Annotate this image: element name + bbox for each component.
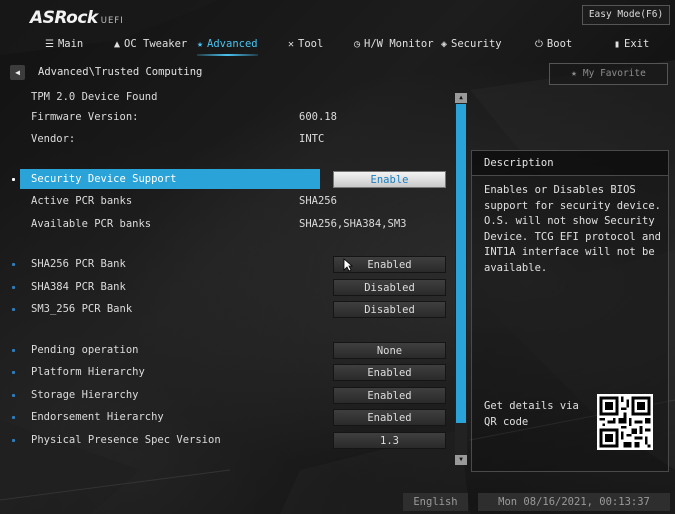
item-marker: [12, 263, 15, 266]
datetime-display: Mon 08/16/2021, 00:13:37: [478, 493, 670, 511]
asrock-logo: ASRock UEFI: [30, 8, 124, 28]
security-device-support-label: Security Device Support: [31, 173, 177, 185]
item-marker: [12, 308, 15, 311]
firmware-version-label: Firmware Version:: [31, 111, 139, 123]
endorsement-hierarchy-label: Endorsement Hierarchy: [31, 411, 164, 423]
sm3-pcr-bank-row[interactable]: SM3_256 PCR Bank Disabled: [0, 299, 455, 319]
description-title: Description: [472, 151, 668, 176]
gauge-icon: ◷: [354, 39, 361, 50]
storage-hierarchy-row[interactable]: Storage Hierarchy Enabled: [0, 385, 455, 405]
pps-version-value[interactable]: 1.3: [333, 432, 446, 449]
vendor-value: INTC: [299, 133, 325, 145]
settings-scrollbar[interactable]: ▲ ▼: [455, 93, 467, 465]
pending-operation-row[interactable]: Pending operation None: [0, 340, 455, 360]
vendor-label: Vendor:: [31, 133, 76, 145]
mouse-cursor-icon: [343, 258, 353, 272]
item-marker: [12, 286, 15, 289]
active-pcr-banks-row: Active PCR banks SHA256: [0, 191, 455, 211]
rocket-icon: ▲: [114, 39, 121, 50]
sha384-pcr-bank-label: SHA384 PCR Bank: [31, 281, 126, 293]
star-icon: ★: [197, 39, 204, 50]
pps-version-row[interactable]: Physical Presence Spec Version 1.3: [0, 430, 455, 450]
favorite-star-icon: ★: [571, 68, 577, 79]
tab-security[interactable]: ◈ Security: [441, 33, 502, 55]
sm3-pcr-bank-value[interactable]: Disabled: [333, 301, 446, 318]
pending-operation-label: Pending operation: [31, 344, 139, 356]
tab-tool[interactable]: ✕ Tool: [288, 33, 323, 55]
tpm-status-text: TPM 2.0 Device Found: [31, 91, 158, 103]
available-pcr-banks-row: Available PCR banks SHA256,SHA384,SM3: [0, 214, 455, 234]
qr-code-label: Get details via QR code: [484, 400, 579, 428]
easy-mode-button[interactable]: Easy Mode(F6): [582, 5, 670, 25]
pending-operation-value[interactable]: None: [333, 342, 446, 359]
platform-hierarchy-label: Platform Hierarchy: [31, 366, 145, 378]
firmware-version-row: Firmware Version: 600.18: [0, 107, 455, 127]
tab-main[interactable]: ☰ Main: [45, 33, 83, 55]
tab-advanced-label: Advanced: [207, 38, 258, 50]
active-pcr-banks-label: Active PCR banks: [31, 195, 133, 207]
breadcrumb: Advanced\Trusted Computing: [38, 66, 203, 78]
item-marker: [12, 439, 15, 442]
security-device-support-row[interactable]: Security Device Support Enable: [0, 169, 455, 189]
brand-suffix: UEFI: [100, 16, 124, 26]
description-panel: Description Enables or Disables BIOS sup…: [471, 150, 669, 472]
platform-hierarchy-row[interactable]: Platform Hierarchy Enabled: [0, 362, 455, 382]
scroll-down-arrow-icon[interactable]: ▼: [455, 455, 467, 465]
vendor-row: Vendor: INTC: [0, 129, 455, 149]
available-pcr-banks-label: Available PCR banks: [31, 218, 152, 230]
endorsement-hierarchy-row[interactable]: Endorsement Hierarchy Enabled: [0, 407, 455, 427]
brand-name: ASRock: [30, 8, 98, 28]
item-marker: [12, 416, 15, 419]
tools-icon: ✕: [288, 39, 295, 50]
top-bar: ASRock UEFI Easy Mode(F6) ☰ Main ▲ OC Tweak…: [0, 0, 675, 60]
tab-oc-tweaker-label: OC Tweaker: [124, 38, 188, 50]
item-marker: [12, 349, 15, 352]
tab-boot-label: Boot: [546, 38, 573, 50]
exit-door-icon: ▮: [614, 39, 621, 50]
qr-code-icon: [597, 394, 653, 450]
available-pcr-banks-value: SHA256,SHA384,SM3: [299, 218, 407, 230]
shield-icon: ◈: [441, 39, 448, 50]
sm3-pcr-bank-label: SM3_256 PCR Bank: [31, 303, 133, 315]
pps-version-label: Physical Presence Spec Version: [31, 434, 221, 446]
sha256-pcr-bank-row[interactable]: SHA256 PCR Bank Enabled: [0, 254, 455, 274]
bios-screen: ASRock UEFI Easy Mode(F6) ☰ Main ▲ OC Tweak…: [0, 0, 675, 514]
scroll-up-arrow-icon[interactable]: ▲: [455, 93, 467, 103]
list-icon: ☰: [45, 39, 54, 50]
sha256-pcr-bank-label: SHA256 PCR Bank: [31, 258, 126, 270]
security-device-support-value[interactable]: Enable: [333, 171, 446, 188]
tab-tool-label: Tool: [298, 38, 324, 50]
tab-hw-monitor[interactable]: ◷ H/W Monitor: [354, 33, 434, 55]
scroll-thumb[interactable]: [456, 104, 466, 423]
tpm-status-row: TPM 2.0 Device Found: [0, 87, 455, 107]
item-marker: [12, 394, 15, 397]
tab-hw-monitor-label: H/W Monitor: [364, 38, 434, 50]
power-icon: ⏻: [535, 39, 543, 50]
item-marker: [12, 371, 15, 374]
active-pcr-banks-value: SHA256: [299, 195, 337, 207]
tab-exit-label: Exit: [624, 38, 650, 50]
firmware-version-value: 600.18: [299, 111, 337, 123]
platform-hierarchy-value[interactable]: Enabled: [333, 364, 446, 381]
tab-security-label: Security: [451, 38, 502, 50]
description-text: Enables or Disables BIOS support for sec…: [484, 184, 662, 274]
my-favorite-button[interactable]: ★ My Favorite: [549, 63, 668, 85]
item-marker: [12, 178, 15, 181]
storage-hierarchy-label: Storage Hierarchy: [31, 389, 139, 401]
my-favorite-label: My Favorite: [582, 68, 646, 79]
tab-advanced[interactable]: ★ Advanced: [197, 33, 258, 56]
back-arrow-icon[interactable]: ◀: [10, 65, 25, 80]
endorsement-hierarchy-value[interactable]: Enabled: [333, 409, 446, 426]
tab-main-label: Main: [57, 38, 84, 50]
language-selector[interactable]: English: [403, 493, 468, 511]
tab-oc-tweaker[interactable]: ▲ OC Tweaker: [114, 33, 187, 55]
storage-hierarchy-value[interactable]: Enabled: [333, 387, 446, 404]
sha384-pcr-bank-value[interactable]: Disabled: [333, 279, 446, 296]
tab-exit[interactable]: ▮ Exit: [614, 33, 649, 55]
sha384-pcr-bank-row[interactable]: SHA384 PCR Bank Disabled: [0, 277, 455, 297]
main-tabs: ☰ Main ▲ OC Tweaker ★ Advanced ✕ Tool ◷ H/W M…: [0, 33, 675, 56]
tab-boot[interactable]: ⏻ Boot: [535, 33, 572, 55]
